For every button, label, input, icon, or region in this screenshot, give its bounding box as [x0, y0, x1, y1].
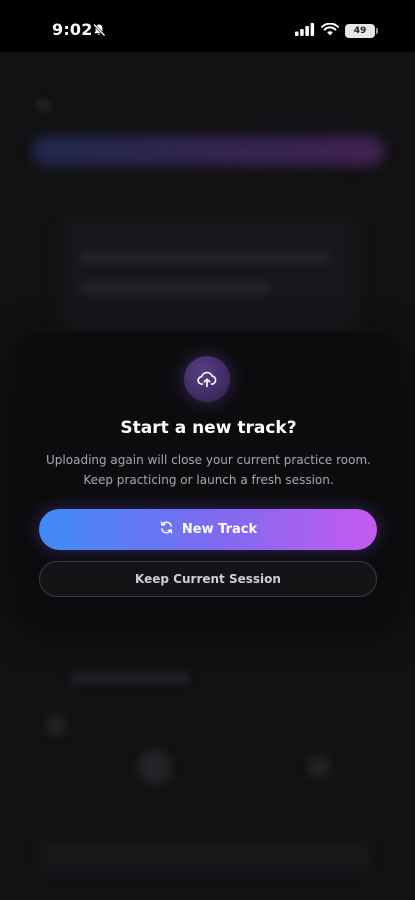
wifi-icon [321, 21, 339, 40]
dialog-title: Start a new track? [120, 418, 297, 438]
app-screen: 9:02 49 Start a new track? Uploading aga… [0, 0, 415, 900]
signal-icon [295, 21, 315, 40]
new-track-dialog: Start a new track? Uploading again will … [17, 332, 400, 619]
battery-icon: 49 [345, 23, 378, 38]
new-track-button[interactable]: New Track [39, 509, 377, 550]
refresh-icon [159, 520, 174, 539]
new-track-button-label: New Track [181, 522, 258, 537]
dialog-description-line-2: Keep practicing or launch a fresh sessio… [83, 473, 334, 487]
cloud-upload-icon [184, 356, 230, 402]
bell-off-icon [92, 22, 106, 37]
keep-current-session-button[interactable]: Keep Current Session [39, 561, 377, 597]
dialog-description-line-1: Uploading again will close your current … [46, 453, 371, 467]
status-bar: 9:02 49 [0, 0, 415, 52]
dialog-description: Uploading again will close your current … [37, 450, 380, 490]
status-time: 9:02 [52, 20, 93, 39]
keep-current-session-label: Keep Current Session [135, 572, 281, 586]
status-icons: 49 [295, 21, 378, 40]
